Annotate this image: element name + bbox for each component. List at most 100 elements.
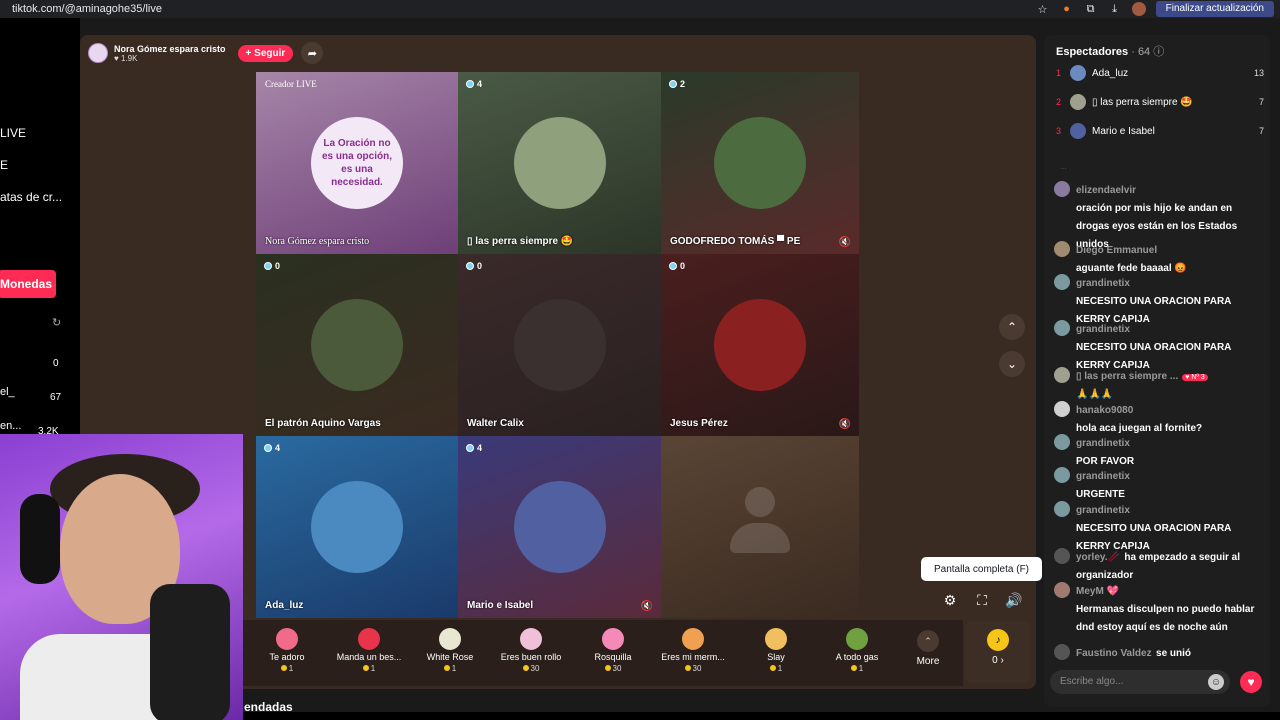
coin-icon [684, 665, 691, 671]
viewer-dot-icon [669, 262, 677, 270]
chevron-down-icon[interactable]: ⌄ [999, 351, 1025, 377]
chat-username[interactable]: grandinetix [1076, 505, 1130, 516]
avatar[interactable] [1054, 582, 1070, 598]
puzzle-icon[interactable]: ⧉ [1084, 2, 1098, 16]
sidebar-item[interactable]: E [0, 158, 8, 172]
viewer-dot-icon [466, 262, 474, 270]
chat-username[interactable]: MeyM 💖 [1076, 586, 1119, 597]
download-icon[interactable]: ⤓ [1108, 2, 1122, 16]
sidebar-user[interactable]: en... [0, 420, 21, 432]
chat-username[interactable]: yorley.🥢 [1076, 552, 1120, 563]
more-gifts-button[interactable]: ⌃ More [912, 630, 944, 667]
coins-button[interactable]: ♪ 0 › [966, 621, 1030, 683]
badge-count: 4 [477, 443, 483, 453]
gift-price: 1 [736, 664, 816, 673]
gift-item[interactable]: White Rose 1 [410, 624, 490, 680]
chat-username[interactable]: Faustino Valdez [1076, 648, 1152, 659]
chat-text: 🙏🙏🙏 [1076, 389, 1114, 400]
grid-cell-guest[interactable]: 4 ▯ las perra siempre 🤩 [458, 72, 661, 254]
avatar[interactable] [1054, 401, 1070, 417]
info-icon[interactable]: ⓘ [1153, 46, 1164, 58]
chat-username[interactable]: Diego Emmanuel [1076, 245, 1157, 256]
grid-cell-guest[interactable]: 4 Mario e Isabel 🔇 [458, 436, 661, 618]
gift-icon [439, 628, 461, 650]
fullscreen-icon[interactable]: ⛶ [972, 590, 992, 610]
sidebar-user[interactable]: el_ [0, 386, 15, 398]
guest-avatar [513, 299, 606, 391]
gift-price-value: 1 [288, 664, 294, 673]
grid-cell-guest[interactable]: 0 El patrón Aquino Vargas [256, 254, 458, 436]
avatar[interactable] [1054, 367, 1070, 383]
share-icon[interactable]: ➦ [301, 42, 324, 64]
avatar[interactable] [1054, 644, 1070, 660]
guest-grid: Creador LIVE La Oración no es una opción… [256, 72, 859, 618]
avatar[interactable] [1054, 501, 1070, 517]
profile-icon[interactable] [1131, 2, 1146, 16]
follow-button[interactable]: + Seguir [237, 44, 294, 62]
avatar[interactable] [1054, 320, 1070, 336]
chat-username[interactable]: grandinetix [1076, 324, 1130, 335]
avatar [1070, 65, 1086, 81]
top-viewer-row[interactable]: 2 ▯ las perra siempre 🤩 7 [1056, 93, 1266, 111]
host-name[interactable]: Nora Gómez espara cristo [114, 44, 226, 54]
sidebar-item[interactable]: atas de cr... [0, 190, 62, 204]
grid-cell-guest[interactable]: 0 Walter Calix [458, 254, 661, 436]
emoji-icon[interactable]: ☺ [1208, 674, 1224, 690]
left-sidebar: LIVE E atas de cr... Monedas ↻ 0 el_ 67 … [0, 18, 80, 437]
gift-name: Manda un bes... [336, 652, 402, 662]
host-avatar[interactable] [88, 43, 108, 63]
sidebar-item-live[interactable]: LIVE [0, 126, 26, 140]
gift-item[interactable]: Eres buen rollo 30 [491, 624, 571, 680]
gift-item[interactable]: Slay 1 [736, 624, 816, 680]
avatar[interactable] [1054, 548, 1070, 564]
guest-avatar [513, 481, 606, 573]
refresh-icon[interactable]: ↻ [52, 316, 61, 329]
chevron-up-icon[interactable]: ⌃ [999, 314, 1025, 340]
grid-cell-creator[interactable]: Creador LIVE La Oración no es una opción… [256, 72, 458, 254]
volume-icon[interactable]: 🔊 [1004, 590, 1024, 610]
poster-line: La Oración no [323, 138, 391, 149]
grid-cell-empty[interactable] [661, 436, 859, 618]
gift-item[interactable]: Eres mi merm... 30 [653, 624, 733, 680]
address-bar[interactable]: tiktok.com/@aminagohe35/live [12, 3, 162, 15]
gift-icon [276, 628, 298, 650]
update-button[interactable]: Finalizar actualización [1155, 1, 1274, 17]
top-viewer-row[interactable]: 1 Ada_luz 13 [1056, 64, 1266, 82]
grid-cell-guest[interactable]: 0 Jesus Pérez 🔇 [661, 254, 859, 436]
chat-text: se unió [1156, 648, 1192, 659]
gift-item[interactable]: A todo gas 1 [817, 624, 897, 680]
gift-item[interactable]: Rosquilla 30 [573, 624, 653, 680]
viewer-rank: 2 [1056, 97, 1062, 107]
chat-username[interactable]: grandinetix [1076, 278, 1130, 289]
avatar[interactable] [1054, 181, 1070, 197]
guest-name: Nora Gómez espara cristo [265, 236, 370, 247]
viewer-dot-icon [264, 262, 272, 270]
extension-icon[interactable]: ● [1060, 2, 1074, 16]
avatar[interactable] [1054, 434, 1070, 450]
chat-username[interactable]: ▯ las perra siempre ... [1076, 371, 1178, 382]
gift-price: 30 [491, 664, 571, 673]
gift-item[interactable]: Te adoro 1 [247, 624, 327, 680]
chat-username[interactable]: grandinetix [1076, 438, 1130, 449]
grid-cell-guest[interactable]: 2 GODOFREDO TOMÁS ▀ PE 🔇 [661, 72, 859, 254]
chat-username[interactable]: elizendaelvir [1076, 185, 1136, 196]
host-info: Nora Gómez espara cristo ♥ 1.9K + Seguir… [88, 42, 324, 64]
heart-icon[interactable]: ♥ [1240, 671, 1262, 693]
gear-icon[interactable]: ⚙ [940, 590, 960, 610]
chat-username[interactable]: hanako9080 [1076, 405, 1133, 416]
chat-input[interactable]: Escribe algo... [1050, 670, 1230, 694]
grid-cell-guest[interactable]: 4 Ada_luz [256, 436, 458, 618]
avatar[interactable] [1054, 274, 1070, 290]
chat-message: yorley.🥢 ha empezado a seguir al organiz… [1054, 547, 1264, 583]
avatar[interactable] [1054, 467, 1070, 483]
top-viewer-row[interactable]: 3 Mario e Isabel 7 [1056, 122, 1266, 140]
guest-badge: 0 [264, 261, 280, 271]
star-icon[interactable]: ☆ [1036, 2, 1050, 16]
host-likes: ♥ 1.9K [114, 53, 138, 63]
avatar[interactable] [1054, 241, 1070, 257]
gift-price: 1 [247, 664, 327, 673]
chat-username[interactable]: grandinetix [1076, 471, 1130, 482]
guest-name: GODOFREDO TOMÁS ▀ PE [670, 236, 801, 247]
gift-item[interactable]: Manda un bes... 1 [329, 624, 409, 680]
monedas-button[interactable]: Monedas [0, 270, 56, 298]
